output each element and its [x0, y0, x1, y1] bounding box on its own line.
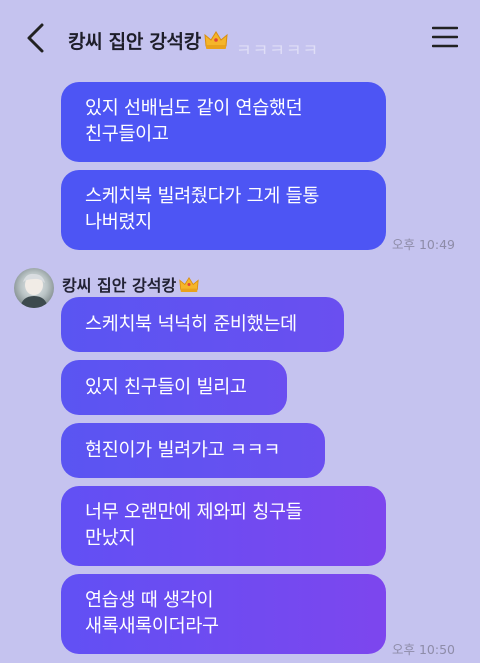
scrolled-message-text: ㅋㅋㅋㅋㅋ	[236, 41, 320, 61]
message-bubble-incoming[interactable]: 너무 오랜만에 제와피 칭구들 만났지	[61, 486, 386, 566]
message-bubble-outgoing[interactable]: 있지 선배님도 같이 연습했던 친구들이고	[61, 82, 386, 162]
message-timestamp: 오후 10:50	[392, 642, 455, 657]
message-bubble-incoming[interactable]: 연습생 때 생각이 새록새록이더라구	[61, 574, 386, 654]
message-bubble-incoming[interactable]: 현진이가 빌려가고 ㅋㅋㅋ	[61, 423, 325, 478]
crown-icon	[204, 31, 228, 49]
message-text-line: 스케치북 넉넉히 준비했는데	[85, 313, 297, 335]
message-text-line: 친구들이고	[85, 124, 169, 145]
sender-name: 캉씨 집안 강석캉	[62, 276, 177, 295]
hamburger-menu-icon[interactable]	[432, 25, 458, 49]
chat-title: 캉씨 집안 강석캉	[68, 30, 201, 53]
chat-title-wrap: 캉씨 집안 강석캉	[68, 25, 228, 55]
message-bubble-incoming[interactable]: 있지 친구들이 빌리고	[61, 360, 287, 415]
crown-icon	[179, 276, 199, 292]
message-text-line: 연습생 때 생각이	[85, 590, 214, 611]
chevron-left-icon[interactable]	[22, 22, 50, 54]
message-timestamp: 오후 10:49	[392, 237, 455, 252]
message-text-line: 새록새록이더라구	[85, 616, 219, 637]
message-bubble-incoming[interactable]: 스케치북 넉넉히 준비했는데	[61, 297, 344, 352]
message-text-line: 나버렸지	[85, 212, 152, 233]
message-text-line: 만났지	[85, 528, 136, 549]
message-text-line: 스케치북 빌려줬다가 그게 들통	[85, 186, 320, 207]
avatar-image-icon	[20, 273, 48, 308]
message-text-line: 있지 친구들이 빌리고	[85, 376, 247, 398]
message-text-line: 현진이가 빌려가고 ㅋㅋㅋ	[85, 439, 281, 461]
sender-avatar[interactable]	[14, 268, 54, 308]
message-text-line: 너무 오랜만에 제와피 칭구들	[85, 502, 303, 523]
message-bubble-outgoing[interactable]: 스케치북 빌려줬다가 그게 들통 나버렸지	[61, 170, 386, 250]
message-text-line: 있지 선배님도 같이 연습했던	[85, 98, 303, 119]
sender-name-row: 캉씨 집안 강석캉	[62, 272, 199, 296]
